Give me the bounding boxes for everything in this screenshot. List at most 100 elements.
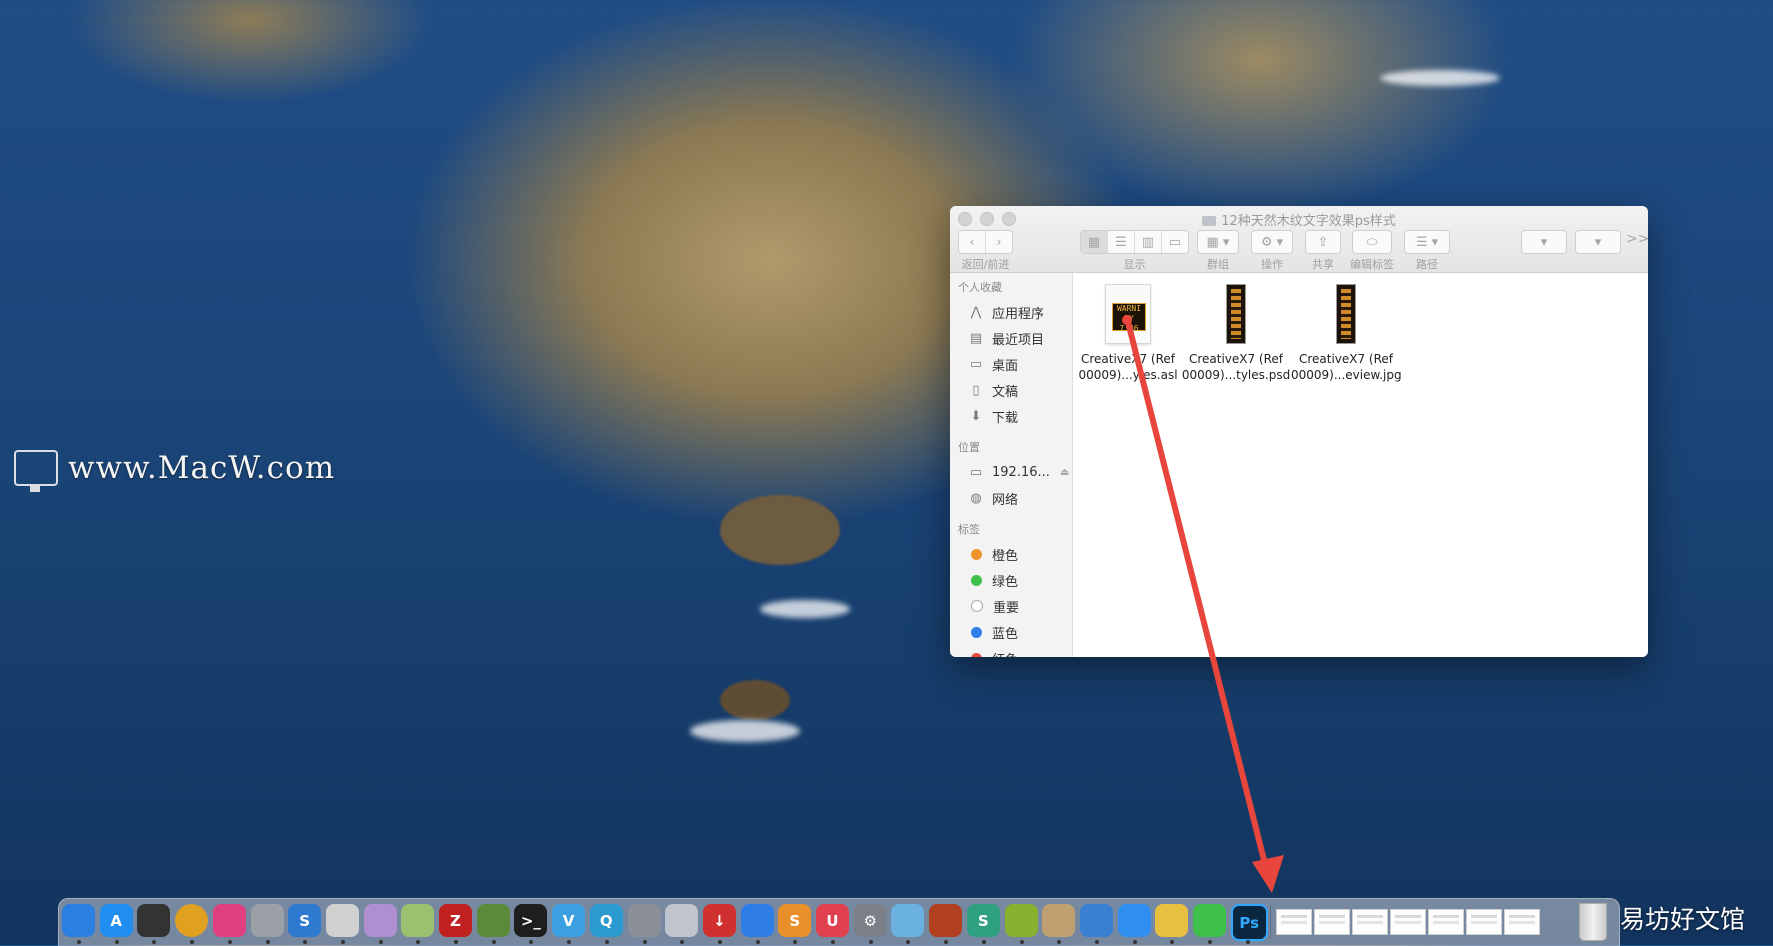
- file-item-asl[interactable]: WARNI LY 7:36 CreativeX7 (Ref 00009)...y…: [1073, 283, 1183, 383]
- sidebar-tag-orange[interactable]: 橙色: [950, 541, 1072, 567]
- running-indicator: [1094, 940, 1099, 944]
- running-indicator: [567, 940, 572, 944]
- running-indicator: [303, 940, 308, 944]
- color-picker-icon[interactable]: [212, 904, 246, 937]
- sidebar-item-server[interactable]: ▭ 192.16... ⏏: [950, 459, 1072, 485]
- toolbar-more-button[interactable]: >>: [1626, 231, 1648, 247]
- running-indicator: [868, 940, 873, 944]
- wallpaper-rock: [720, 495, 840, 565]
- minimized-window-thumbnail[interactable]: [1428, 909, 1465, 935]
- minimized-window-thumbnail[interactable]: [1276, 909, 1313, 935]
- robot-icon[interactable]: [665, 904, 699, 937]
- filezilla-icon[interactable]: Z: [439, 904, 472, 937]
- finder-content: WARNI LY 7:36 CreativeX7 (Ref 00009)...y…: [1073, 273, 1648, 657]
- group-by-group: ▦ ▾ 群组: [1197, 230, 1239, 272]
- sidebar-item-applications[interactable]: ⋀ 应用程序: [950, 299, 1072, 325]
- share-label: 共享: [1312, 258, 1334, 271]
- folder-icon: [1202, 216, 1217, 226]
- forward-button[interactable]: ›: [986, 231, 1012, 253]
- minimized-window-thumbnail[interactable]: [1390, 909, 1427, 935]
- finder-window[interactable]: 12种天然木纹文字效果ps样式 ‹ › 返回/前进 ▦ ☰ ▥ ▭ 显示 ▦ ▾…: [950, 206, 1648, 657]
- system-preferences-icon[interactable]: ⚙: [853, 904, 887, 937]
- sidebar-item-recents[interactable]: ▤ 最近项目: [950, 325, 1072, 351]
- sidebar-item-desktop[interactable]: ▭ 桌面: [950, 351, 1072, 377]
- running-indicator: [114, 940, 119, 944]
- running-indicator: [906, 940, 911, 944]
- image-app-icon[interactable]: [476, 904, 510, 937]
- minimized-window-thumbnail[interactable]: [1352, 909, 1389, 935]
- final-cut-icon[interactable]: [137, 904, 171, 937]
- dropdown-1-button[interactable]: ▾: [1522, 231, 1566, 253]
- file-name-line1: CreativeX7 (Ref: [1080, 352, 1176, 366]
- palette-icon[interactable]: [363, 904, 397, 937]
- sidebar-item-network[interactable]: ◍ 网络: [950, 485, 1072, 511]
- download-app-icon[interactable]: ↓: [702, 904, 736, 937]
- archive-icon[interactable]: [1042, 904, 1076, 937]
- dropdown-2-button[interactable]: ▾: [1576, 231, 1620, 253]
- back-forward-label: 返回/前进: [961, 258, 1010, 271]
- wallpaper-foam: [690, 720, 800, 742]
- action-group: ⚙ ▾ 操作: [1251, 230, 1293, 272]
- preview-icon[interactable]: [891, 904, 925, 937]
- minimized-window-thumbnail[interactable]: [1466, 909, 1503, 935]
- eject-icon[interactable]: ⏏: [1060, 467, 1069, 478]
- file-item-jpg[interactable]: CreativeX7 (Ref 00009)...eview.jpg: [1291, 283, 1402, 383]
- printer-icon[interactable]: [250, 904, 284, 937]
- s-circle-icon[interactable]: S: [966, 904, 1000, 937]
- search-app-icon[interactable]: Q: [589, 904, 623, 937]
- running-indicator: [529, 940, 534, 944]
- notes-icon[interactable]: [1155, 904, 1189, 937]
- file-item-psd[interactable]: CreativeX7 (Ref 00009)...tyles.psd: [1181, 283, 1291, 383]
- photo-booth-icon[interactable]: [929, 904, 963, 937]
- action-button[interactable]: ⚙ ▾: [1252, 231, 1292, 253]
- share-button[interactable]: ⇪: [1306, 231, 1340, 253]
- favorites-header: 个人收藏: [958, 281, 1002, 294]
- wallpaper-foam: [1380, 70, 1500, 86]
- minimized-window-thumbnail[interactable]: [1314, 909, 1351, 935]
- running-indicator: [604, 940, 609, 944]
- running-indicator: [340, 940, 345, 944]
- finder-icon[interactable]: [62, 904, 95, 937]
- chrome-icon[interactable]: [175, 904, 209, 937]
- back-button[interactable]: ‹: [959, 231, 986, 253]
- sidebar-tag-blue[interactable]: 蓝色: [950, 619, 1072, 645]
- tag-dot: [971, 548, 982, 560]
- launchpad-icon[interactable]: [627, 904, 661, 937]
- monitor-icon: [14, 450, 58, 492]
- list-view-button[interactable]: ☰: [1108, 231, 1135, 253]
- sidebar-tag-important[interactable]: 重要: [950, 593, 1072, 619]
- path-button[interactable]: ☰ ▾: [1405, 231, 1449, 253]
- extra-dropdown-2: ▾: [1575, 230, 1621, 254]
- edit-tags-button[interactable]: ⬭: [1353, 231, 1391, 253]
- recents-icon: ▤: [969, 330, 983, 346]
- minimized-window-thumbnail[interactable]: [1504, 909, 1541, 935]
- app-store-icon[interactable]: A: [99, 904, 133, 937]
- sidebar-tag-green[interactable]: 绿色: [950, 567, 1072, 593]
- terminal-icon[interactable]: >_: [514, 904, 548, 937]
- gallery-view-button[interactable]: ▭: [1162, 231, 1188, 253]
- baidu-netdisk-icon[interactable]: [1117, 904, 1151, 937]
- window-title: 12种天然木纹文字效果ps样式: [950, 210, 1648, 229]
- airmail-icon[interactable]: [740, 904, 774, 937]
- group-by-button[interactable]: ▦ ▾: [1198, 231, 1238, 253]
- running-indicator: [1132, 940, 1137, 944]
- lime-icon[interactable]: [1004, 904, 1038, 937]
- icon-view-button[interactable]: ▦: [1081, 231, 1108, 253]
- sidebar-item-downloads[interactable]: ⬇ 下载: [950, 403, 1072, 429]
- xcode-tools-icon[interactable]: [1079, 904, 1113, 937]
- trash-icon[interactable]: [1579, 903, 1607, 941]
- running-indicator: [416, 940, 421, 944]
- s-app-icon[interactable]: S: [288, 904, 322, 937]
- dock-separator: [1270, 905, 1272, 939]
- drink-icon[interactable]: [401, 904, 435, 937]
- sidebar-item-documents[interactable]: ▯ 文稿: [950, 377, 1072, 403]
- sidebar-tag-red[interactable]: 红色: [950, 645, 1072, 657]
- column-view-button[interactable]: ▥: [1135, 231, 1162, 253]
- magnet-icon[interactable]: U: [816, 904, 849, 937]
- screen-icon[interactable]: [325, 904, 359, 937]
- v-app-icon[interactable]: V: [552, 904, 586, 937]
- running-indicator: [793, 940, 798, 944]
- photoshop-icon[interactable]: Ps: [1230, 904, 1268, 941]
- sublime-icon[interactable]: S: [778, 904, 812, 937]
- wechat-icon[interactable]: [1193, 904, 1226, 937]
